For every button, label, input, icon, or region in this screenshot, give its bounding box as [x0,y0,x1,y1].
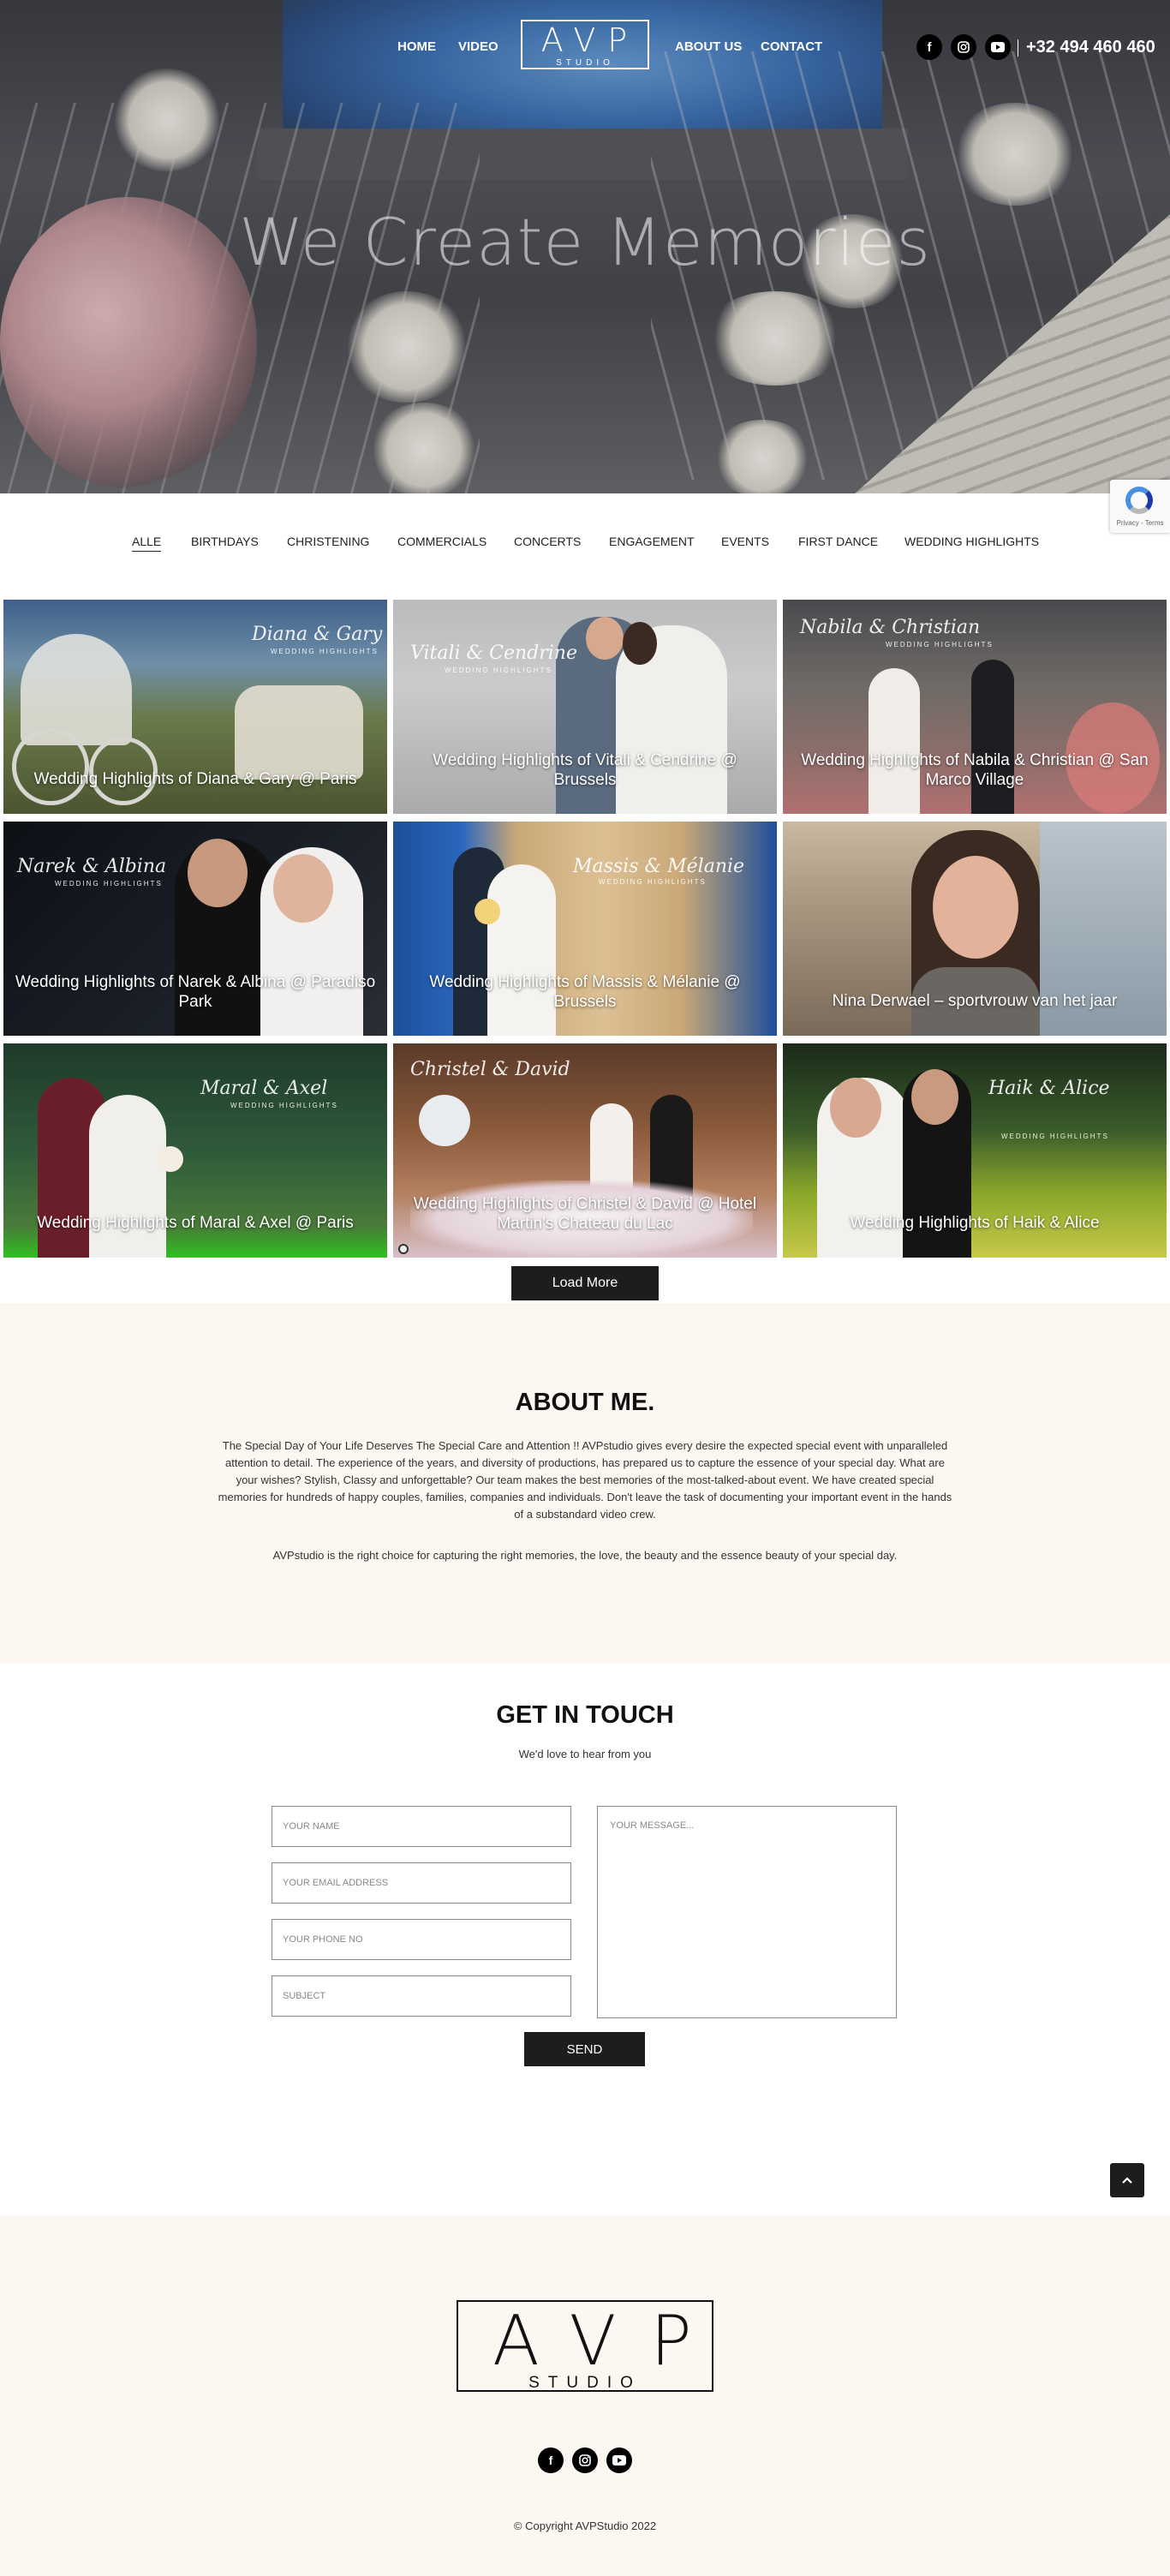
tile-overlay-subtitle: WEDDING HIGHLIGHTS [445,666,552,674]
video-caption: Wedding Highlights of Haik & Alice [850,1214,1100,1232]
filter-birthdays[interactable]: BIRTHDAYS [191,535,259,548]
footer-logo[interactable]: AVP STUDIO [457,2300,713,2392]
video-tile[interactable]: Haik & Alice WEDDING HIGHLIGHTS Wedding … [783,1043,1167,1258]
youtube-icon[interactable] [606,2447,632,2473]
video-caption: Wedding Highlights of Nabila & Christian… [801,751,1149,789]
subject-field[interactable]: SUBJECT [272,1975,571,2017]
tile-overlay-title: Massis & Mélanie [573,856,745,877]
video-tile[interactable]: Nina Derwael – sportvrouw van het jaar [783,822,1167,1036]
nav-home[interactable]: HOME [397,39,436,54]
tile-overlay-subtitle: WEDDING HIGHLIGHTS [230,1102,338,1109]
instagram-icon[interactable] [951,34,976,60]
video-caption: Wedding Highlights of Narek & Albina @ P… [15,973,376,1011]
about-paragraph: The Special Day of Your Life Deserves Th… [218,1439,952,1521]
filter-christening[interactable]: CHRISTENING [287,535,369,548]
name-field[interactable]: YOUR NAME [272,1806,571,1847]
tile-overlay-title: Narek & Albina [17,856,167,877]
tile-overlay-subtitle: WEDDING HIGHLIGHTS [599,878,707,886]
video-caption: Wedding Highlights of Diana & Gary @ Par… [33,770,357,788]
tile-overlay-subtitle: WEDDING HIGHLIGHTS [55,880,163,888]
about-section: ABOUT ME. The Special Day of Your Life D… [0,1303,1170,1663]
video-caption: Nina Derwael – sportvrouw van het jaar [832,992,1118,1010]
send-button[interactable]: SEND [524,2032,645,2066]
video-caption: Wedding Highlights of Christel & David @… [413,1195,757,1233]
video-tile[interactable]: Christel & David Wedding Highlights of C… [393,1043,777,1258]
instagram-icon[interactable] [572,2447,598,2473]
tile-overlay-title: Diana & Gary [252,624,383,645]
tile-overlay-subtitle: WEDDING HIGHLIGHTS [1001,1133,1109,1140]
load-more-button[interactable]: Load More [511,1266,659,1300]
phone-number[interactable]: +32 494 460 460 [1026,38,1155,57]
phone-field[interactable]: YOUR PHONE NO [272,1919,571,1960]
nav-contact[interactable]: CONTACT [761,39,822,54]
video-tile[interactable]: Vitali & Cendrine WEDDING HIGHLIGHTS Wed… [393,600,777,814]
tile-overlay-subtitle: WEDDING HIGHLIGHTS [271,648,379,655]
hero-title: We Create Memories [239,204,931,280]
filter-wedding-highlights[interactable]: WEDDING HIGHLIGHTS [904,535,1039,548]
footer-logo-subtext: STUDIO [528,2374,642,2392]
chevron-up-icon [1122,2177,1132,2184]
video-tile[interactable]: Massis & Mélanie WEDDING HIGHLIGHTS Wedd… [393,822,777,1036]
tile-overlay-title: Vitali & Cendrine [410,643,577,664]
logo-text: AVP [540,21,640,59]
video-caption: Wedding Highlights of Maral & Axel @ Par… [37,1214,354,1232]
tile-overlay-title: Haik & Alice [988,1078,1110,1099]
play-indicator-icon [398,1244,409,1254]
recaptcha-icon [1125,487,1153,514]
recaptcha-badge[interactable]: Privacy - Terms [1110,480,1170,533]
filter-alle[interactable]: ALLE [132,535,162,552]
video-tile[interactable]: Diana & Gary WEDDING HIGHLIGHTS Wedding … [3,600,387,814]
email-field[interactable]: YOUR EMAIL ADDRESS [272,1862,571,1904]
main-nav: HOME VIDEO AVP STUDIO ABOUT US CONTACT f… [0,0,1170,94]
youtube-icon[interactable] [985,34,1011,60]
contact-title: GET IN TOUCH [496,1701,674,1729]
hero-banner: We Create Memories HOME VIDEO AVP STUDIO… [0,0,1170,493]
filter-first-dance[interactable]: FIRST DANCE [798,535,878,548]
tile-overlay-subtitle: WEDDING HIGHLIGHTS [886,641,994,648]
nav-about[interactable]: ABOUT US [675,39,742,54]
video-caption: Wedding Highlights of Vitali & Cendrine … [433,751,737,789]
tile-overlay-title: Christel & David [410,1059,570,1080]
filter-engagement[interactable]: ENGAGEMENT [609,535,695,548]
tile-overlay-title: Nabila & Christian [800,617,981,638]
filter-events[interactable]: EVENTS [721,535,769,548]
contact-subtitle: We'd love to hear from you [518,1748,652,1760]
video-tile[interactable]: Maral & Axel WEDDING HIGHLIGHTS Wedding … [3,1043,387,1258]
about-title: ABOUT ME. [515,1389,655,1416]
video-tile[interactable]: Narek & Albina WEDDING HIGHLIGHTS Weddin… [3,822,387,1036]
category-filters: ALLE BIRTHDAYS CHRISTENING COMMERCIALS C… [0,535,1170,555]
facebook-icon[interactable]: f [538,2447,564,2473]
facebook-icon[interactable]: f [916,34,942,60]
message-field[interactable]: YOUR MESSAGE... [597,1806,897,2018]
site-logo[interactable]: AVP STUDIO [521,20,649,69]
copyright-text: © Copyright AVPStudio 2022 [513,2519,657,2532]
nav-video[interactable]: VIDEO [458,39,498,54]
video-caption: Wedding Highlights of Massis & Mélanie @… [429,973,741,1011]
scroll-to-top-button[interactable] [1110,2163,1144,2197]
video-tile[interactable]: Nabila & Christian WEDDING HIGHLIGHTS We… [783,600,1167,814]
logo-subtext: STUDIO [556,58,614,68]
about-paragraph-2: AVPstudio is the right choice for captur… [272,1549,898,1562]
filter-commercials[interactable]: COMMERCIALS [397,535,487,548]
footer-logo-text: AVP [492,2301,726,2381]
recaptcha-links: Privacy - Terms [1116,519,1164,527]
tile-overlay-title: Maral & Axel [200,1078,328,1099]
filter-concerts[interactable]: CONCERTS [514,535,581,548]
